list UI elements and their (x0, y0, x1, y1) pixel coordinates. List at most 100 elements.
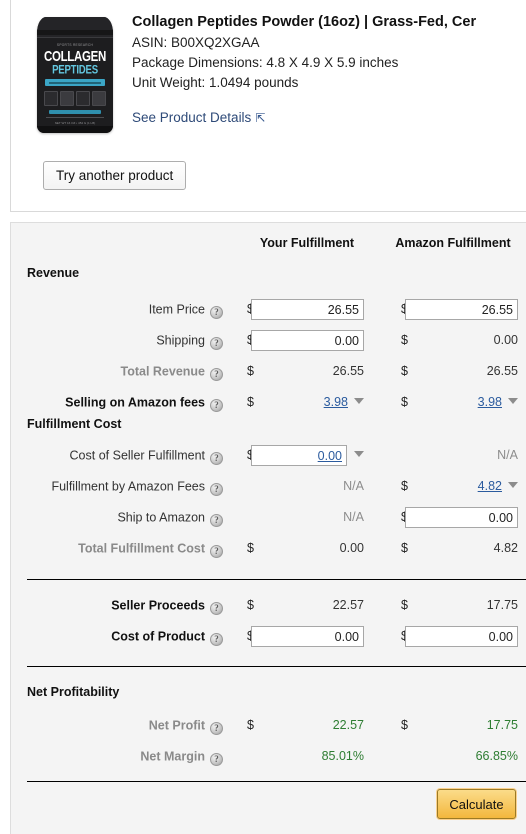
help-icon[interactable]: ? (210, 602, 223, 615)
help-icon[interactable]: ? (210, 399, 223, 412)
help-icon[interactable]: ? (210, 452, 223, 465)
cell-cost-of-product-amazon: $ (395, 623, 520, 649)
row-label-total-revenue: Total Revenue? (11, 358, 223, 385)
jar-badge-icon (60, 91, 74, 106)
link-fba-fees-amazon[interactable]: 4.82 (402, 473, 502, 499)
cell-seller-proceeds-your: $ 22.57 (241, 592, 366, 618)
cell-net-margin-amazon: 66.85% (395, 743, 520, 769)
column-header-amazon-fulfillment: Amazon Fulfillment (395, 236, 511, 250)
cell-net-profit-amazon: $ 17.75 (395, 712, 520, 738)
jar-band (45, 79, 105, 86)
cell-shipping-your: $ (241, 327, 366, 353)
help-icon[interactable]: ? (210, 306, 223, 319)
cell-cost-seller-fulfillment-your: $ (241, 442, 366, 468)
row-net-margin: Net Margin? 85.01% 66.85% (11, 743, 526, 769)
help-icon[interactable]: ? (210, 545, 223, 558)
link-selling-fees-your[interactable]: 3.98 (248, 389, 348, 415)
row-cost-of-product: Cost of Product? $ $ (11, 623, 526, 649)
cell-seller-proceeds-amazon: $ 17.75 (395, 592, 520, 618)
label-text: Fulfillment by Amazon Fees (51, 479, 205, 494)
row-total-fulfillment-cost: Total Fulfillment Cost? $ 0.00 $ 4.82 (11, 535, 526, 561)
row-label-ship-to-amazon: Ship to Amazon? (11, 504, 223, 531)
jar-rule (46, 117, 104, 118)
try-another-product-button[interactable]: Try another product (43, 161, 187, 190)
row-label-item-price: Item Price? (11, 296, 223, 323)
cell-selling-fees-your: $ 3.98 (241, 389, 366, 415)
cell-net-profit-your: $ 22.57 (241, 712, 366, 738)
row-ship-to-amazon: Ship to Amazon? N/A $ (11, 504, 526, 530)
row-fulfillment-by-amazon-fees: Fulfillment by Amazon Fees? N/A $ 4.82 (11, 473, 526, 499)
row-seller-proceeds: Seller Proceeds? $ 22.57 $ 17.75 (11, 592, 526, 618)
chevron-down-icon[interactable] (354, 398, 364, 404)
value-seller-proceeds-amazon: 17.75 (486, 598, 518, 612)
link-selling-fees-amazon[interactable]: 3.98 (402, 389, 502, 415)
jar-base (37, 126, 113, 133)
help-icon[interactable]: ? (210, 722, 223, 735)
product-package-dimensions: Package Dimensions: 4.8 X 4.9 X 5.9 inch… (132, 55, 399, 70)
input-shipping-your[interactable] (251, 330, 364, 351)
product-asin: ASIN: B00XQ2XGAA (132, 35, 260, 50)
cell-fba-fees-your: N/A (241, 473, 366, 499)
currency-symbol: $ (247, 598, 254, 612)
jar-bottom-text: NET WT 16 OZ • 454 G (1 LB) (54, 121, 96, 125)
row-net-profit: Net Profit? $ 22.57 $ 17.75 (11, 712, 526, 738)
value-total-fulfillment-cost-amazon: 4.82 (493, 541, 518, 555)
row-label-fulfillment-by-amazon-fees: Fulfillment by Amazon Fees? (11, 473, 223, 500)
see-product-details-link[interactable]: See Product Details ⇱ (132, 110, 265, 125)
product-title: Collagen Peptides Powder (16oz) | Grass-… (132, 14, 477, 30)
see-product-details-label: See Product Details (132, 110, 252, 125)
help-icon[interactable]: ? (210, 337, 223, 350)
value-shipping-amazon: 0.00 (493, 333, 518, 347)
row-label-total-fulfillment-cost: Total Fulfillment Cost? (11, 535, 223, 562)
help-icon[interactable]: ? (210, 514, 223, 527)
cell-selling-fees-amazon: $ 3.98 (395, 389, 520, 415)
column-header-your-fulfillment: Your Fulfillment (259, 236, 355, 250)
jar-brand-text: SPORTS RESEARCH (56, 43, 94, 47)
currency-symbol: $ (401, 364, 408, 378)
value-net-margin-amazon: 66.85% (475, 749, 518, 763)
label-text: Total Revenue (120, 364, 205, 379)
row-shipping: Shipping? $ $ 0.00 (11, 327, 526, 353)
value-cost-seller-fulfillment-amazon: N/A (497, 448, 518, 462)
popout-icon: ⇱ (255, 111, 266, 125)
value-total-fulfillment-cost-your: 0.00 (339, 541, 364, 555)
jar-lower-band (49, 110, 101, 114)
calculate-button[interactable]: Calculate (437, 789, 516, 819)
section-title-revenue: Revenue (27, 266, 80, 280)
section-title-net-profitability: Net Profitability (27, 685, 120, 699)
jar-title-line2: PEPTIDES (52, 63, 98, 78)
currency-symbol: $ (401, 541, 408, 555)
cell-cost-of-product-your: $ (241, 623, 366, 649)
input-cost-of-seller-fulfillment[interactable] (251, 445, 347, 466)
currency-symbol: $ (401, 333, 408, 347)
chevron-down-icon[interactable] (508, 398, 518, 404)
currency-symbol: $ (247, 364, 254, 378)
chevron-down-icon[interactable] (508, 482, 518, 488)
product-info: Collagen Peptides Powder (16oz) | Grass-… (132, 11, 476, 125)
product-jar-graphic: SPORTS RESEARCH COLLAGEN PEPTIDES NET WT… (37, 17, 113, 133)
label-text: Ship to Amazon (117, 510, 205, 525)
label-text: Selling on Amazon fees (65, 395, 205, 410)
value-ship-to-amazon-your: N/A (343, 510, 364, 524)
cell-ship-to-amazon-amazon: $ (395, 504, 520, 530)
jar-icon-strip (44, 90, 106, 107)
currency-symbol: $ (247, 718, 254, 732)
row-cost-of-seller-fulfillment: Cost of Seller Fulfillment? $ N/A (11, 442, 526, 468)
input-item-price-amazon[interactable] (405, 299, 518, 320)
currency-symbol: $ (401, 598, 408, 612)
help-icon[interactable]: ? (210, 483, 223, 496)
help-icon[interactable]: ? (210, 368, 223, 381)
help-icon[interactable]: ? (210, 753, 223, 766)
help-icon[interactable]: ? (210, 633, 223, 646)
input-ship-to-amazon[interactable] (405, 507, 518, 528)
label-text: Net Profit (148, 718, 205, 733)
label-text: Shipping (156, 333, 205, 348)
input-item-price-your[interactable] (251, 299, 364, 320)
row-label-selling-on-amazon-fees: Selling on Amazon fees? (11, 389, 223, 416)
chevron-down-icon[interactable] (354, 451, 364, 457)
input-cost-of-product-amazon[interactable] (405, 626, 518, 647)
cell-net-margin-your: 85.01% (241, 743, 366, 769)
jar-title-line1: COLLAGEN (43, 49, 107, 65)
divider (27, 666, 526, 667)
input-cost-of-product-your[interactable] (251, 626, 364, 647)
